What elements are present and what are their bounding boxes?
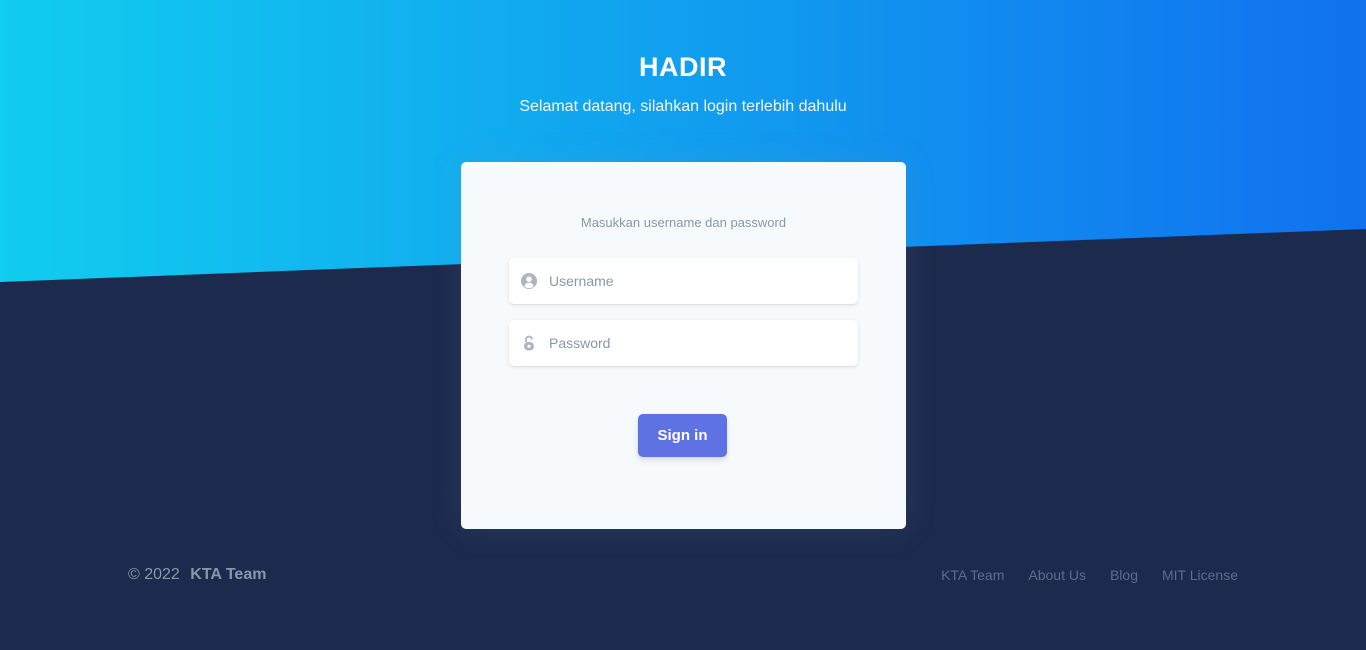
page-title: HADIR xyxy=(639,52,727,82)
sign-in-button[interactable]: Sign in xyxy=(638,414,727,457)
username-input[interactable] xyxy=(549,258,858,304)
footer-link-mit-license[interactable]: MIT License xyxy=(1162,567,1238,583)
page-header: HADIR Selamat datang, silahkan login ter… xyxy=(0,50,1366,118)
footer-copyright: © 2022 KTA Team xyxy=(128,566,266,584)
footer-link-blog[interactable]: Blog xyxy=(1110,567,1138,583)
page-subtitle: Selamat datang, silahkan login terlebih … xyxy=(519,98,847,115)
footer-link-kta-team[interactable]: KTA Team xyxy=(941,567,1004,583)
copyright-text: © 2022 xyxy=(128,566,180,583)
login-card: Masukkan username dan password Sign in xyxy=(461,162,906,529)
footer-team-link[interactable]: KTA Team xyxy=(190,566,266,583)
user-circle-icon xyxy=(509,258,549,304)
login-hint: Masukkan username dan password xyxy=(580,215,787,230)
password-field[interactable] xyxy=(509,320,858,366)
footer-link-about-us[interactable]: About Us xyxy=(1028,567,1086,583)
username-field[interactable] xyxy=(509,258,858,304)
footer-nav: KTA Team About Us Blog MIT License xyxy=(941,567,1238,583)
password-input[interactable] xyxy=(549,320,858,366)
lock-icon xyxy=(509,320,549,366)
